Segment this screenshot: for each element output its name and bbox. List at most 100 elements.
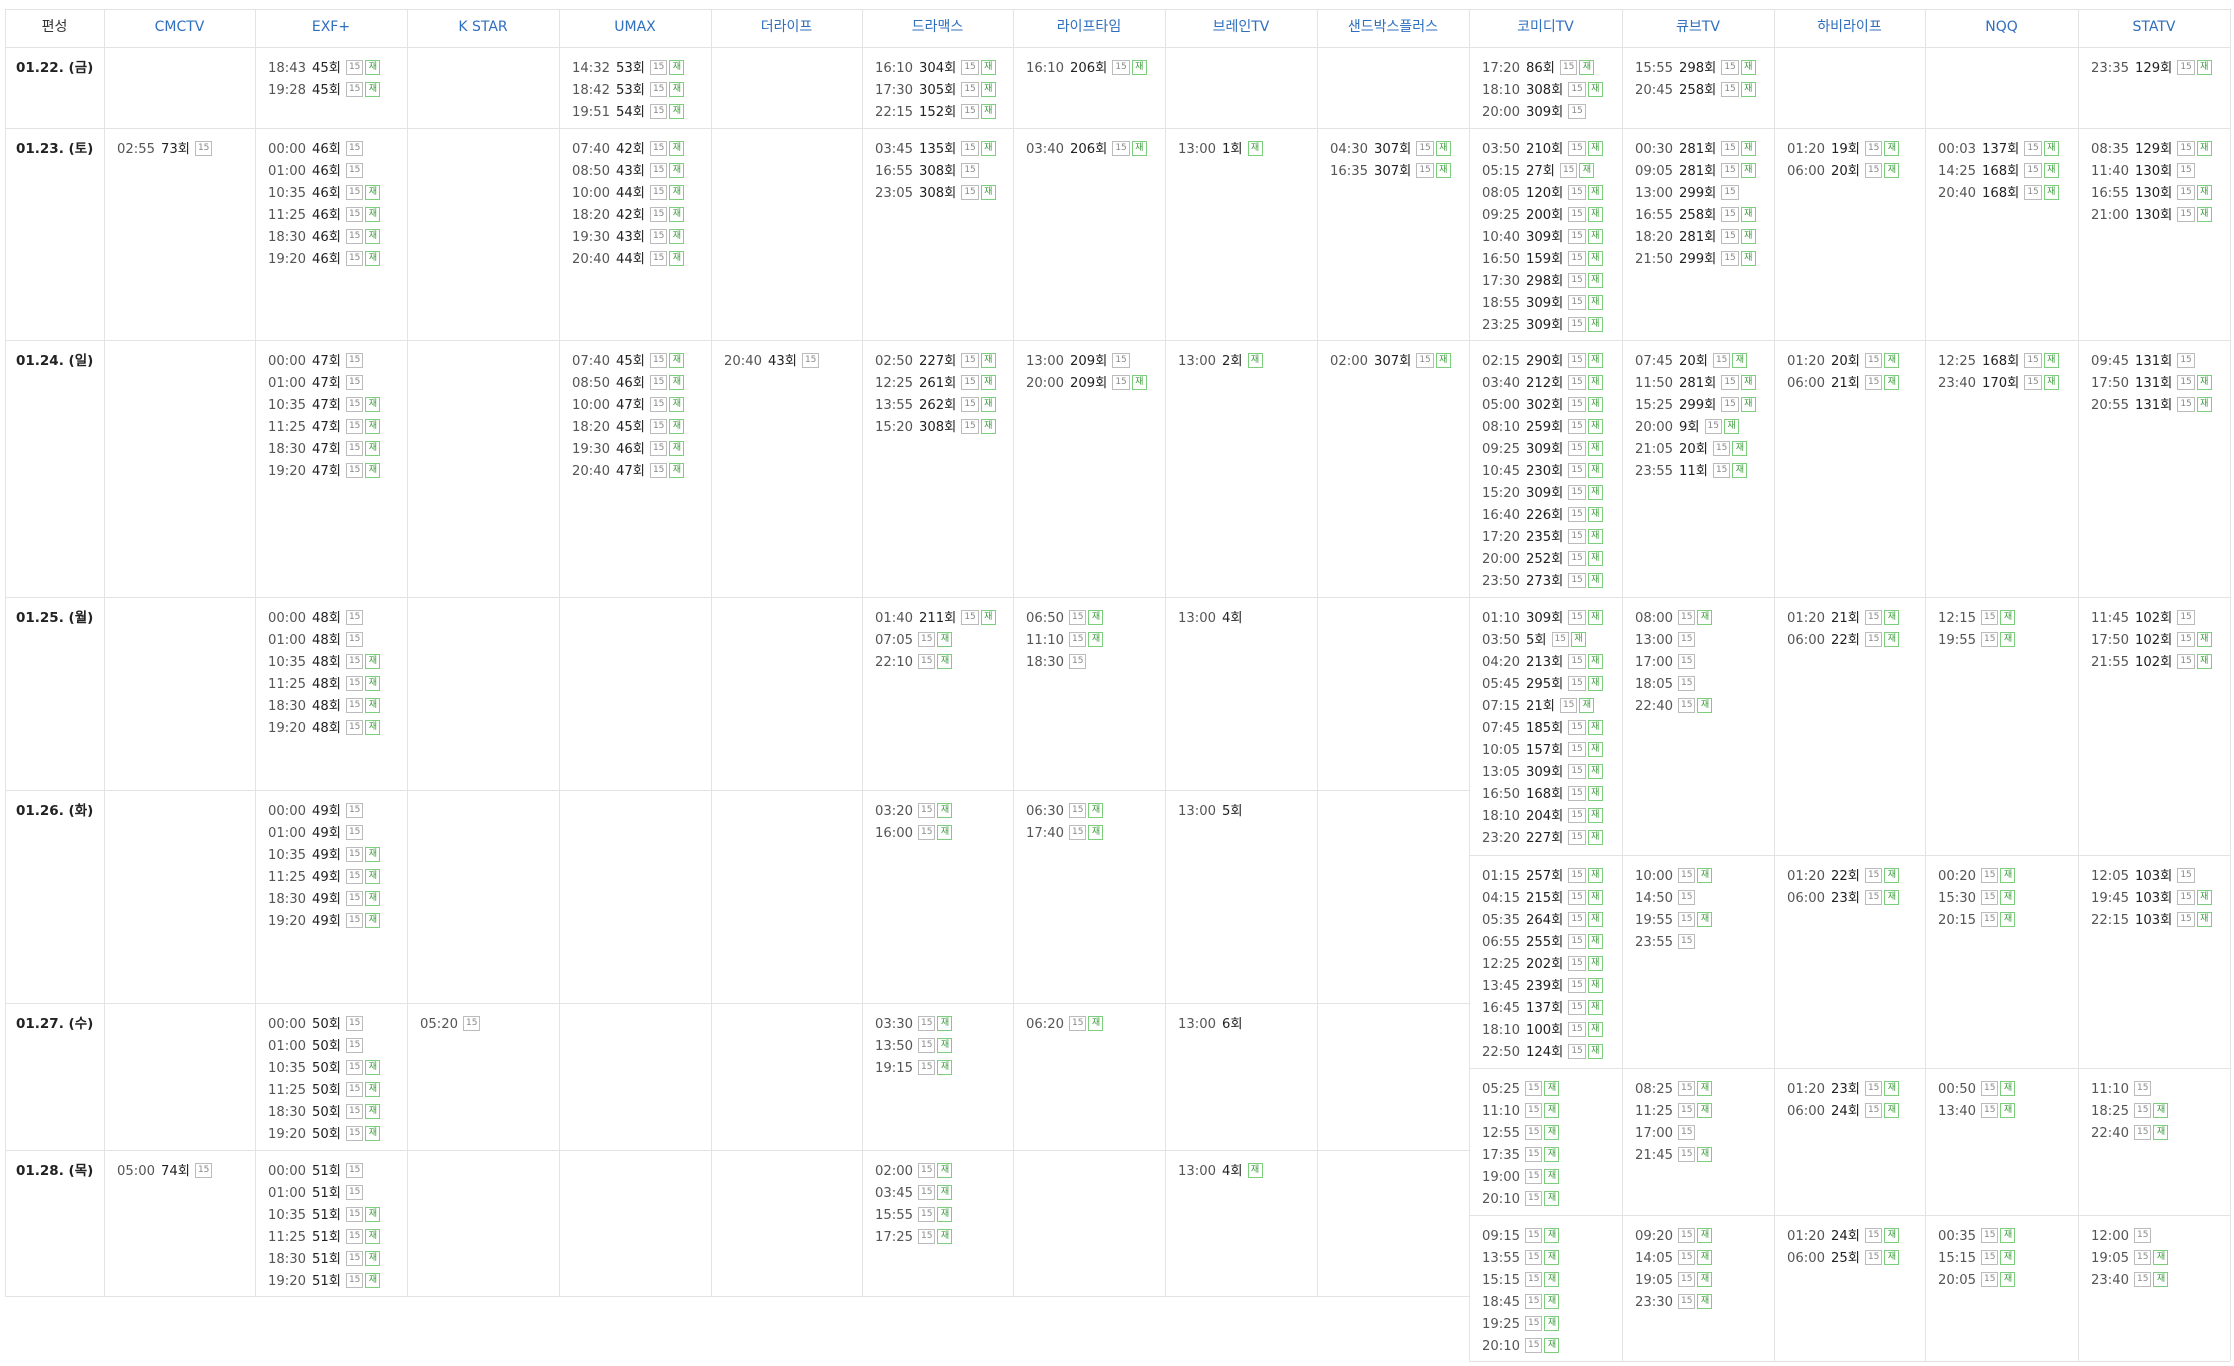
program-entry[interactable]: 22:15 152회 15 재 (875, 102, 996, 124)
program-entry[interactable]: 13:00 1회 재 (1178, 139, 1263, 161)
program-entry[interactable]: 19:20 50회 15 재 (268, 1124, 381, 1146)
program-entry[interactable]: 13:00 4회 재 (1178, 1161, 1263, 1183)
header-2[interactable]: EXF+ (255, 9, 407, 45)
program-entry[interactable]: 20:00 309회 15 (1482, 102, 1586, 124)
program-entry[interactable]: 08:50 43회 15 재 (572, 161, 685, 183)
program-entry[interactable]: 09:25 200회 15 재 (1482, 205, 1603, 227)
program-entry[interactable]: 19:15 15 재 (875, 1058, 953, 1080)
program-entry[interactable]: 07:40 42회 15 재 (572, 139, 685, 161)
program-entry[interactable]: 15:25 299회 15 재 (1635, 395, 1756, 417)
program-entry[interactable]: 00:00 46회 15 (268, 139, 364, 161)
header-1[interactable]: CMCTV (104, 9, 255, 45)
program-entry[interactable]: 01:00 49회 15 (268, 823, 364, 845)
program-entry[interactable]: 19:20 51회 15 재 (268, 1271, 381, 1293)
program-entry[interactable]: 09:20 15 재 (1635, 1226, 1713, 1248)
program-entry[interactable]: 23:55 11회 15 재 (1635, 461, 1748, 483)
program-entry[interactable]: 08:35 129회 15 재 (2091, 139, 2212, 161)
program-entry[interactable]: 01:00 51회 15 (268, 1183, 364, 1205)
program-entry[interactable]: 08:50 46회 15 재 (572, 373, 685, 395)
program-entry[interactable]: 22:15 103회 15 재 (2091, 910, 2212, 932)
program-entry[interactable]: 05:25 15 재 (1482, 1079, 1560, 1101)
program-entry[interactable]: 23:20 227회 15 재 (1482, 828, 1603, 850)
program-entry[interactable]: 18:42 53회 15 재 (572, 80, 685, 102)
program-entry[interactable]: 03:45 135회 15 재 (875, 139, 996, 161)
program-entry[interactable]: 10:00 15 재 (1635, 866, 1713, 888)
program-entry[interactable]: 00:00 50회 15 (268, 1014, 364, 1036)
program-entry[interactable]: 18:20 45회 15 재 (572, 417, 685, 439)
program-entry[interactable]: 13:00 15 (1635, 630, 1696, 652)
header-11[interactable]: 큐브TV (1622, 9, 1774, 45)
program-entry[interactable]: 08:00 15 재 (1635, 608, 1713, 630)
program-entry[interactable]: 14:25 168회 15 재 (1938, 161, 2059, 183)
program-entry[interactable]: 22:10 15 재 (875, 652, 953, 674)
program-entry[interactable]: 17:50 131회 15 재 (2091, 373, 2212, 395)
header-9[interactable]: 샌드박스플러스 (1317, 9, 1469, 45)
program-entry[interactable]: 23:35 129회 15 재 (2091, 58, 2212, 80)
program-entry[interactable]: 20:00 252회 15 재 (1482, 549, 1603, 571)
program-entry[interactable]: 07:15 21회 15 재 (1482, 696, 1595, 718)
program-entry[interactable]: 08:05 120회 15 재 (1482, 183, 1603, 205)
program-entry[interactable]: 10:35 46회 15 재 (268, 183, 381, 205)
program-entry[interactable]: 09:05 281회 15 재 (1635, 161, 1756, 183)
program-entry[interactable]: 00:30 281회 15 재 (1635, 139, 1756, 161)
program-entry[interactable]: 18:10 204회 15 재 (1482, 806, 1603, 828)
program-entry[interactable]: 16:35 307회 15 재 (1330, 161, 1451, 183)
program-entry[interactable]: 18:43 45회 15 재 (268, 58, 381, 80)
program-entry[interactable]: 07:05 15 재 (875, 630, 953, 652)
program-entry[interactable]: 16:50 159회 15 재 (1482, 249, 1603, 271)
program-entry[interactable]: 12:55 15 재 (1482, 1123, 1560, 1145)
program-entry[interactable]: 19:20 47회 15 재 (268, 461, 381, 483)
program-entry[interactable]: 13:40 15 재 (1938, 1101, 2016, 1123)
program-entry[interactable]: 11:25 48회 15 재 (268, 674, 381, 696)
program-entry[interactable]: 13:55 262회 15 재 (875, 395, 996, 417)
program-entry[interactable]: 22:40 15 재 (2091, 1123, 2169, 1145)
program-entry[interactable]: 03:40 206회 15 재 (1026, 139, 1147, 161)
program-entry[interactable]: 03:40 212회 15 재 (1482, 373, 1603, 395)
program-entry[interactable]: 15:20 308회 15 재 (875, 417, 996, 439)
program-entry[interactable]: 06:00 20회 15 재 (1787, 161, 1900, 183)
program-entry[interactable]: 17:00 15 (1635, 652, 1696, 674)
program-entry[interactable]: 12:00 15 (2091, 1226, 2152, 1248)
header-14[interactable]: STATV (2078, 9, 2230, 45)
program-entry[interactable]: 16:55 308회 15 (875, 161, 979, 183)
program-entry[interactable]: 17:40 15 재 (1026, 823, 1104, 845)
program-entry[interactable]: 01:20 22회 15 재 (1787, 866, 1900, 888)
program-entry[interactable]: 23:40 15 재 (2091, 1270, 2169, 1292)
program-entry[interactable]: 18:10 308회 15 재 (1482, 80, 1603, 102)
program-entry[interactable]: 18:30 48회 15 재 (268, 696, 381, 718)
program-entry[interactable]: 19:05 15 재 (2091, 1248, 2169, 1270)
program-entry[interactable]: 06:00 22회 15 재 (1787, 630, 1900, 652)
header-7[interactable]: 라이프타임 (1013, 9, 1165, 45)
program-entry[interactable]: 06:50 15 재 (1026, 608, 1104, 630)
program-entry[interactable]: 20:10 15 재 (1482, 1336, 1560, 1358)
program-entry[interactable]: 10:05 157회 15 재 (1482, 740, 1603, 762)
program-entry[interactable]: 05:15 27회 15 재 (1482, 161, 1595, 183)
program-entry[interactable]: 13:00 6회 (1178, 1014, 1243, 1036)
program-entry[interactable]: 23:25 309회 15 재 (1482, 315, 1603, 337)
program-entry[interactable]: 03:30 15 재 (875, 1014, 953, 1036)
program-entry[interactable]: 10:45 230회 15 재 (1482, 461, 1603, 483)
program-entry[interactable]: 06:30 15 재 (1026, 801, 1104, 823)
program-entry[interactable]: 11:25 15 재 (1635, 1101, 1713, 1123)
program-entry[interactable]: 19:30 43회 15 재 (572, 227, 685, 249)
header-6[interactable]: 드라맥스 (862, 9, 1013, 45)
program-entry[interactable]: 10:00 47회 15 재 (572, 395, 685, 417)
program-entry[interactable]: 01:20 24회 15 재 (1787, 1226, 1900, 1248)
program-entry[interactable]: 18:20 42회 15 재 (572, 205, 685, 227)
program-entry[interactable]: 01:20 23회 15 재 (1787, 1079, 1900, 1101)
program-entry[interactable]: 16:10 206회 15 재 (1026, 58, 1147, 80)
program-entry[interactable]: 00:20 15 재 (1938, 866, 2016, 888)
program-entry[interactable]: 00:50 15 재 (1938, 1079, 2016, 1101)
program-entry[interactable]: 20:00 209회 15 재 (1026, 373, 1147, 395)
program-entry[interactable]: 00:00 51회 15 (268, 1161, 364, 1183)
program-entry[interactable]: 19:20 48회 15 재 (268, 718, 381, 740)
program-entry[interactable]: 18:05 15 (1635, 674, 1696, 696)
program-entry[interactable]: 11:45 102회 15 (2091, 608, 2195, 630)
program-entry[interactable]: 17:50 102회 15 재 (2091, 630, 2212, 652)
program-entry[interactable]: 01:00 48회 15 (268, 630, 364, 652)
program-entry[interactable]: 09:25 309회 15 재 (1482, 439, 1603, 461)
program-entry[interactable]: 11:50 281회 15 재 (1635, 373, 1756, 395)
program-entry[interactable]: 11:10 15 재 (1482, 1101, 1560, 1123)
program-entry[interactable]: 03:50 210회 15 재 (1482, 139, 1603, 161)
program-entry[interactable]: 05:45 295회 15 재 (1482, 674, 1603, 696)
